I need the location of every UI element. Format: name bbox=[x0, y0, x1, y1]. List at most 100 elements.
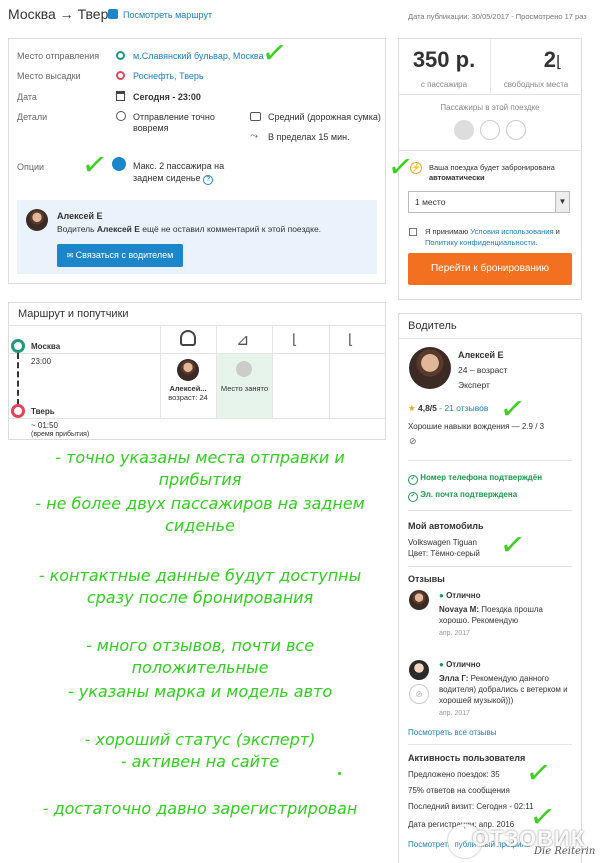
handwritten-check-icon: ✓ bbox=[497, 390, 528, 429]
destination-time: ~ 01:50 bbox=[31, 421, 58, 430]
dropoff-value[interactable]: Роснефть, Тверь bbox=[133, 71, 204, 81]
seat-count-select-value: 1 место bbox=[415, 197, 446, 207]
car-title: Мой автомобиль bbox=[408, 521, 484, 531]
route-col-divider bbox=[160, 325, 161, 418]
driving-skill-icon: ⊘ bbox=[409, 436, 417, 446]
chevron-down-icon[interactable]: ▼ bbox=[555, 192, 569, 212]
all-reviews-link[interactable]: Посмотреть все отзывы bbox=[408, 728, 497, 737]
annotation-line: - активен на сайте bbox=[120, 752, 280, 771]
origin-time: 23:00 bbox=[31, 357, 52, 366]
contact-driver-label: Связаться с водителем bbox=[75, 250, 174, 260]
publication-meta: Дата публикации: 30/05/2017 - Просмотрен… bbox=[408, 12, 587, 21]
annotation-line: положительные bbox=[131, 658, 269, 677]
seat-icon: ⌊ bbox=[556, 54, 563, 71]
car-model: Volkswagen Tiguan bbox=[408, 538, 477, 547]
review-text: Novaya M: Поездка прошла хорошо. Рекомен… bbox=[439, 604, 574, 626]
review1-rating-label: Отлично bbox=[446, 591, 481, 600]
handwritten-check-icon: ✓ bbox=[523, 754, 554, 793]
annotation-line: - хороший статус (эксперт) bbox=[84, 730, 316, 749]
annotation-line: - указаны марка и модель авто bbox=[67, 682, 333, 701]
driver-avatar[interactable] bbox=[409, 347, 451, 389]
options-label: Опции bbox=[17, 162, 45, 172]
calendar-icon bbox=[116, 91, 125, 101]
comment-driver-name: Алексей Е bbox=[57, 211, 103, 221]
departure-value[interactable]: м.Славянский бульвар, Москва bbox=[133, 51, 264, 61]
privacy-suffix: . bbox=[535, 238, 538, 247]
detail-detour: В пределах 15 мин. bbox=[268, 132, 350, 142]
trips-offered: Предложено поездок: 35 bbox=[408, 770, 500, 779]
seats-value: 2 bbox=[543, 47, 556, 72]
passenger-slot-filled bbox=[454, 120, 474, 140]
date-label: Дата bbox=[17, 92, 37, 102]
help-icon[interactable]: ? bbox=[203, 175, 214, 185]
handwritten-check-icon: ✓ bbox=[497, 526, 528, 565]
booking-divider-h bbox=[398, 94, 582, 95]
route-row-divider bbox=[8, 418, 386, 419]
detail-luggage: Средний (дорожная сумка) bbox=[268, 112, 381, 122]
origin-city: Москва bbox=[31, 342, 61, 351]
seat-icon: ⌊ bbox=[292, 331, 298, 347]
passenger-slot-empty bbox=[506, 120, 526, 140]
passengers-caption: Пассажиры в этой поездке bbox=[440, 103, 540, 112]
reviewer-avatar[interactable] bbox=[409, 590, 429, 610]
annotation-line: - достаточно давно зарегистрирован bbox=[42, 799, 358, 818]
email-verified: ✓ Эл. почта подтверждена bbox=[408, 490, 517, 502]
passengers-max-icon bbox=[112, 157, 126, 171]
comment-prefix: Водитель bbox=[57, 224, 97, 234]
phone-verified-label: Номер телефона подтверждён bbox=[420, 473, 543, 482]
driver-avatar-small[interactable] bbox=[26, 209, 48, 231]
seat-taken-label: Место занято bbox=[220, 384, 269, 393]
terms-link[interactable]: Условия использования bbox=[470, 227, 553, 236]
route-row-divider bbox=[8, 353, 386, 354]
review2-rating-label: Отлично bbox=[446, 660, 481, 669]
passenger-avatar[interactable] bbox=[177, 359, 199, 381]
review-rating: ● Отлично bbox=[439, 660, 480, 669]
handwritten-dot bbox=[338, 772, 341, 775]
route-panel-title: Маршрут и попутчики bbox=[18, 308, 129, 320]
dot-icon: ● bbox=[439, 660, 447, 669]
price-caption: с пассажира bbox=[420, 80, 468, 89]
destination-city: Тверь bbox=[31, 407, 55, 416]
booking-divider-h2 bbox=[398, 150, 582, 151]
watermark-author: Die Reiterin bbox=[534, 846, 596, 857]
review1-author: Novaya M: bbox=[439, 605, 480, 614]
passenger-slot-empty bbox=[480, 120, 500, 140]
price-value: 350 р. bbox=[412, 47, 476, 72]
driver-name: Алексей Е bbox=[458, 350, 504, 360]
reviewer-avatar[interactable] bbox=[409, 660, 429, 680]
last-visit: Последний визит: Сегодня - 02:11 bbox=[408, 802, 534, 811]
annotation-line: - точно указаны места отправки и bbox=[55, 448, 345, 467]
annotation-line: сиденье bbox=[165, 516, 235, 535]
annotation-line: прибытия bbox=[158, 470, 242, 489]
handwritten-check-icon: ✓ bbox=[385, 148, 416, 187]
response-rate: 75% ответов на сообщения bbox=[408, 786, 510, 795]
terms-text: Я принимаю Условия использования и Полити… bbox=[425, 226, 575, 248]
activity-title: Активность пользователя bbox=[408, 753, 526, 763]
seats-caption: свободных места bbox=[503, 80, 569, 89]
seat-icon: ⊿ bbox=[236, 332, 250, 349]
email-verified-label: Эл. почта подтверждена bbox=[420, 490, 518, 499]
annotation-line: - контактные данные будут доступны bbox=[38, 566, 362, 585]
book-button[interactable]: Перейти к бронированию bbox=[408, 253, 572, 285]
page-title: Москва → Тверь bbox=[8, 6, 116, 22]
annotation-line: сразу после бронирования bbox=[86, 588, 314, 607]
auto-booking-line2: автоматически bbox=[429, 173, 485, 182]
passenger-age: возраст: 24 bbox=[168, 393, 208, 402]
detail-punctual: Отправление точно вовремя bbox=[133, 112, 215, 133]
terms-checkbox[interactable] bbox=[409, 228, 417, 236]
contact-driver-button[interactable]: ✉ Связаться с водителем bbox=[57, 244, 183, 267]
driver-panel bbox=[398, 313, 582, 863]
divider bbox=[408, 510, 572, 511]
driving-skill: Хорошие навыки вождения — 2.9 / 3 bbox=[408, 422, 545, 431]
comment-suffix: ещё не оставил комментарий к этой поездк… bbox=[139, 224, 322, 234]
reviews-count-link[interactable]: - 21 отзывов bbox=[437, 403, 488, 413]
departure-label: Место отправления bbox=[17, 51, 100, 61]
auto-booking-line1: Ваша поездка будет забронирована bbox=[429, 163, 555, 172]
detour-icon: ⤳ bbox=[250, 131, 258, 142]
departure-pin-icon bbox=[116, 51, 125, 60]
view-route-link[interactable]: Посмотреть маршрут bbox=[123, 10, 212, 20]
seat-count-select[interactable]: 1 место ▼ bbox=[408, 191, 570, 213]
map-icon[interactable] bbox=[108, 9, 118, 19]
driver-level: Эксперт bbox=[458, 380, 490, 390]
privacy-link[interactable]: Политику конфиденциальности bbox=[425, 238, 535, 247]
